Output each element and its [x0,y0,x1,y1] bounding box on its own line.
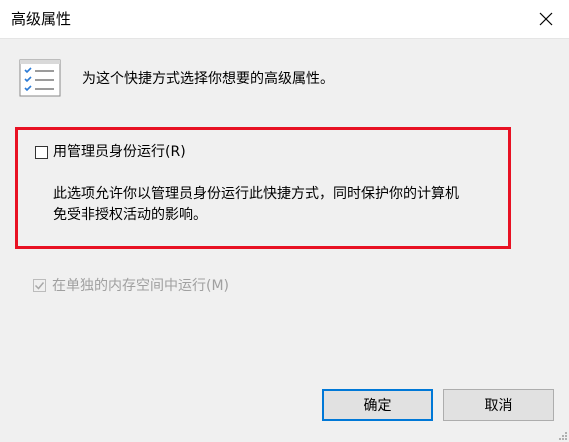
separate-memory-label: 在单独的内存空间中运行(M) [52,278,230,294]
run-as-admin-description-line2: 免受非授权活动的影响。 [53,207,207,223]
header-description: 为这个快捷方式选择你想要的高级属性。 [82,71,334,87]
run-as-admin-checkbox[interactable] [35,146,48,159]
title-bar: 高级属性 [0,0,569,39]
run-as-admin-label[interactable]: 用管理员身份运行(R) [53,142,186,162]
ok-button[interactable]: 确定 [322,389,433,421]
close-button[interactable] [523,0,569,38]
run-as-admin-description-line1: 此选项允许你以管理员身份运行此快捷方式，同时保护你的计算机 [53,186,459,202]
window-title: 高级属性 [11,10,72,28]
resize-grip-icon[interactable] [557,430,567,440]
cancel-button[interactable]: 取消 [443,389,554,421]
properties-list-icon [19,59,61,97]
close-icon [539,12,553,26]
checkmark-icon [34,282,45,290]
separate-memory-checkbox [33,279,46,292]
